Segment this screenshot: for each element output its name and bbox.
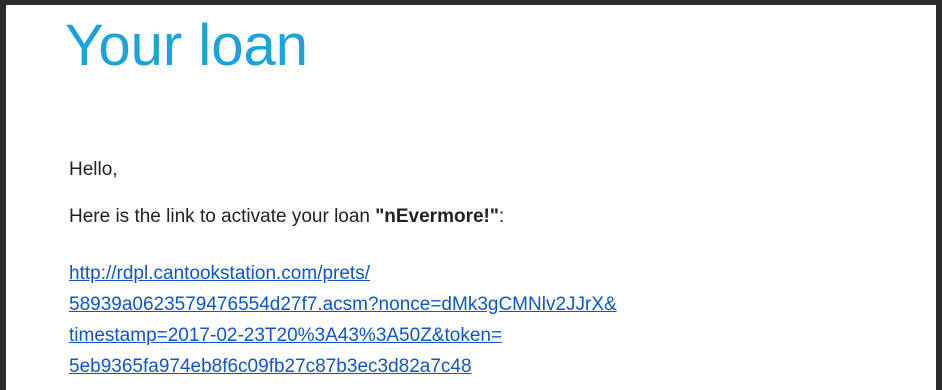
activation-link[interactable]: http://rdpl.cantookstation.com/prets/ 58… (69, 258, 617, 382)
activation-link-line-1: http://rdpl.cantookstation.com/prets/ (69, 263, 370, 284)
activation-link-line-3: timestamp=2017-02-23T20%3A43%3A50Z&token… (69, 325, 503, 346)
activation-link-line-2: 58939a0623579476554d27f7.acsm?nonce=dMk3… (69, 294, 617, 315)
greeting-text: Hello, (69, 159, 118, 180)
loan-message: Here is the link to activate your loan "… (69, 205, 504, 229)
message-prefix: Here is the link to activate your loan (69, 206, 376, 227)
activation-link-line-4: 5eb9365fa974eb8f6c09fb27c87b3ec3d82a7c48 (69, 356, 472, 377)
email-heading: Your loan (65, 13, 308, 78)
book-title: "nEvermore!" (375, 206, 499, 227)
email-frame: Your loan Hello, Here is the link to act… (0, 0, 942, 390)
message-suffix: : (498, 206, 505, 227)
